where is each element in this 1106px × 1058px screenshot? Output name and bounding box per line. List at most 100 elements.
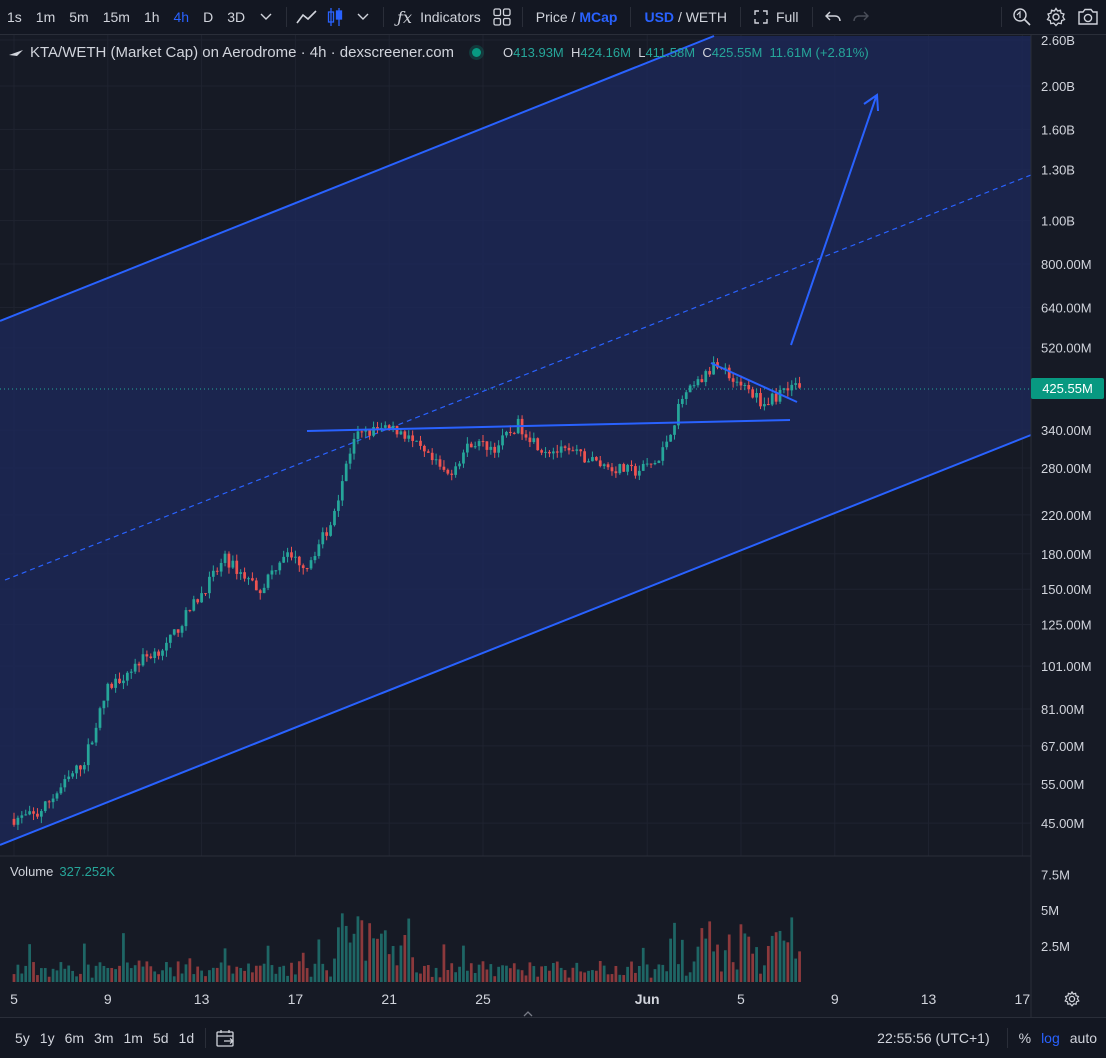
range-5y[interactable]: 5y: [10, 1030, 35, 1046]
candle-body: [536, 438, 540, 451]
timeframe-1m[interactable]: 1m: [29, 9, 62, 25]
volume-bar: [669, 938, 672, 982]
candle-body: [239, 572, 243, 574]
volume-bar: [270, 965, 274, 982]
chevron-down-icon[interactable]: [252, 3, 280, 31]
layout-grid-icon[interactable]: [488, 3, 516, 31]
candle-body: [24, 814, 28, 816]
volume-bar: [465, 970, 469, 982]
chevron-up-icon[interactable]: [523, 1010, 533, 1018]
currency-toggle[interactable]: USD / WETH: [637, 9, 733, 25]
volume-bar: [114, 969, 117, 982]
candle-body: [532, 438, 536, 443]
price-tick-label: 55.00M: [1041, 777, 1084, 792]
candle-body: [442, 466, 446, 470]
indicators-button[interactable]: ƒx Indicators: [390, 8, 488, 27]
volume-bar: [614, 965, 618, 982]
time-tick-label: 9: [831, 991, 839, 1007]
undo-icon[interactable]: [819, 3, 847, 31]
top-toolbar: 1s 1m 5m 15m 1h 4h D 3D ƒx Indicators Pr…: [0, 0, 1106, 35]
candle-body: [661, 447, 665, 461]
volume-bar: [172, 976, 176, 982]
candles-icon[interactable]: [321, 3, 349, 31]
volume-bar: [677, 964, 680, 982]
candle-body: [141, 654, 145, 666]
chevron-down-icon[interactable]: [349, 3, 377, 31]
volume-bar: [282, 965, 286, 982]
low-value: 411.58M: [645, 45, 696, 60]
redo-icon[interactable]: [847, 3, 875, 31]
volume-bar: [469, 963, 473, 982]
camera-icon[interactable]: [1074, 3, 1102, 31]
volume-bar: [47, 976, 51, 982]
zoom-search-icon[interactable]: [1008, 3, 1036, 31]
range-1d[interactable]: 1d: [174, 1030, 200, 1046]
timeframe-15m[interactable]: 15m: [96, 9, 137, 25]
price-axis[interactable]: 2.60B 2.00B 1.60B 1.30B 1.00B 800.00M 640.00M 5…: [1041, 33, 1092, 831]
volume-bar: [688, 972, 692, 982]
line-chart-icon[interactable]: [293, 3, 321, 31]
volume-bar: [337, 927, 340, 982]
volume-bar: [458, 966, 461, 982]
chart-legend: KTA/WETH (Market Cap) on Aerodrome · 4h …: [8, 44, 869, 61]
volume-bars: [12, 913, 801, 982]
candle-body: [548, 451, 551, 454]
volume-axis[interactable]: 7.5M 5M 2.5M: [1041, 867, 1070, 954]
range-1m[interactable]: 1m: [119, 1030, 148, 1046]
candle-body: [669, 434, 672, 442]
volume-bar: [505, 965, 508, 982]
range-3m[interactable]: 3m: [89, 1030, 118, 1046]
timeframe-3d[interactable]: 3D: [220, 9, 252, 25]
price-tick-label: 280.00M: [1041, 461, 1092, 476]
price-tick-label: 67.00M: [1041, 739, 1084, 754]
fullscreen-button[interactable]: Full: [747, 9, 806, 25]
volume-bar: [645, 964, 649, 982]
volume-bar: [180, 973, 184, 982]
volume-bar: [583, 972, 586, 982]
candle-body: [786, 388, 790, 391]
volume-bar: [567, 977, 571, 982]
percent-toggle[interactable]: %: [1014, 1030, 1036, 1046]
price-tick-label: 125.00M: [1041, 618, 1092, 633]
candle-body: [67, 776, 71, 780]
candle-body: [743, 385, 747, 387]
volume-bar: [798, 951, 801, 982]
candle-body: [274, 570, 278, 572]
candle-body: [211, 570, 215, 577]
calendar-goto-icon[interactable]: [212, 1024, 240, 1052]
candle-body: [71, 773, 74, 777]
range-6m[interactable]: 6m: [60, 1030, 89, 1046]
timeframe-1h[interactable]: 1h: [137, 9, 167, 25]
high-label: H: [570, 45, 581, 60]
clock-time[interactable]: 22:55:56 (UTC+1): [872, 1030, 994, 1046]
volume-bar: [454, 972, 458, 982]
time-axis[interactable]: 5 9 13 17 21 25 Jun 5 9 13 17: [10, 991, 1030, 1007]
candle-body: [270, 570, 274, 575]
timeframe-4h[interactable]: 4h: [167, 9, 197, 25]
volume-bar: [403, 935, 407, 982]
time-tick-label: 17: [288, 991, 304, 1007]
candle-body: [305, 568, 309, 570]
auto-toggle[interactable]: auto: [1065, 1030, 1102, 1046]
timeframe-d[interactable]: D: [196, 9, 220, 25]
settings-gear-icon[interactable]: [1064, 990, 1080, 1007]
gear-icon[interactable]: [1042, 3, 1070, 31]
range-5d[interactable]: 5d: [148, 1030, 174, 1046]
range-1y[interactable]: 1y: [35, 1030, 60, 1046]
volume-bar: [118, 965, 121, 982]
volume-bar: [528, 962, 532, 982]
volume-bar: [696, 946, 700, 982]
price-mcap-toggle[interactable]: Price / MCap: [529, 9, 625, 25]
timeframe-1s[interactable]: 1s: [0, 9, 29, 25]
candle-body: [39, 811, 43, 817]
chart-area[interactable]: 2.60B 2.00B 1.60B 1.30B 1.00B 800.00M 640.00M 5…: [0, 33, 1106, 1017]
volume-bar: [305, 968, 309, 982]
timeframe-5m[interactable]: 5m: [62, 9, 95, 25]
candle-body: [321, 532, 325, 545]
candle-body: [462, 452, 465, 464]
price-chart[interactable]: 2.60B 2.00B 1.60B 1.30B 1.00B 800.00M 640.00M 5…: [0, 33, 1106, 1017]
log-toggle[interactable]: log: [1036, 1030, 1065, 1046]
divider: [205, 1028, 207, 1048]
candle-body: [645, 463, 649, 465]
fx-icon: ƒx: [397, 7, 413, 27]
